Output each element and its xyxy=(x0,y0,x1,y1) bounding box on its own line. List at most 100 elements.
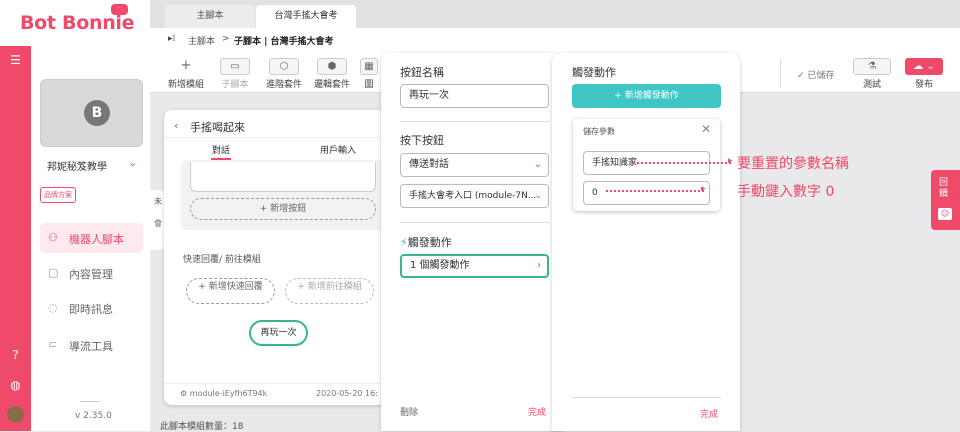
bg-text: 未 xyxy=(154,197,162,206)
trigger-label-text: 觸發動作 xyxy=(407,236,452,249)
sub-script-button[interactable]: ▭ 子腳本 xyxy=(215,58,255,90)
sidebar-item-label: 機器人腳本 xyxy=(69,233,124,246)
quick-reply-chip[interactable]: 再玩一次 xyxy=(249,320,308,346)
chevron-down-icon[interactable]: ⌄ xyxy=(128,156,137,169)
target-select-value: 手搖大會考入口 (module-7N... xyxy=(409,191,537,201)
sidebar xyxy=(31,0,150,431)
add-button-button[interactable]: + 新增按鈕 xyxy=(190,198,376,220)
publish-button[interactable]: ☁ ⌄ 發布 xyxy=(904,58,944,90)
add-trigger-button[interactable]: + 新增觸發動作 xyxy=(572,84,721,108)
sidebar-item-label: 內容管理 xyxy=(69,268,113,281)
breadcrumb-current: 子腳本 | 台灣手搖大會考 xyxy=(234,37,334,47)
magnet-icon: ⊂ xyxy=(48,338,58,351)
image-icon: ▦ xyxy=(360,58,378,75)
arrow-right-icon: ▸ xyxy=(701,184,706,194)
flask-icon: ⚗ xyxy=(853,58,891,75)
save-param-title: 儲存參數 xyxy=(583,127,615,136)
divider xyxy=(400,121,549,122)
trigger-action-panel xyxy=(552,53,740,431)
tab-dialog[interactable]: 對話 xyxy=(212,143,230,156)
chat-icon: ◌ xyxy=(48,301,58,314)
module-id-text: module-iEyfh6T94k xyxy=(189,389,268,398)
divider xyxy=(572,397,721,398)
brand-logo[interactable]: Bot Bonnie xyxy=(20,12,135,34)
press-button-label: 按下按鈕 xyxy=(400,134,444,147)
back-icon[interactable]: ‹ xyxy=(174,119,178,132)
arrow-right-icon: ▸ xyxy=(728,156,733,166)
bot-avatar-letter: B xyxy=(84,100,110,126)
sidebar-item-content[interactable]: ▢ 內容管理 xyxy=(40,258,143,288)
action-select[interactable]: 傳送對話 ⌄ xyxy=(400,153,549,177)
hamburger-icon[interactable]: ☰ xyxy=(8,53,23,68)
test-button[interactable]: ⚗ 測試 xyxy=(852,58,892,90)
tab-main-script[interactable]: 主腳本 xyxy=(165,5,255,28)
collapse-icon[interactable]: ▸⁞ xyxy=(168,34,175,44)
chevron-down-icon: ⌄ xyxy=(534,191,542,201)
trigger-count-button[interactable]: 1 個觸發動作 › xyxy=(400,254,549,278)
message-bubble[interactable] xyxy=(190,162,376,192)
add-module-button[interactable]: + 新增模組 xyxy=(166,58,206,90)
module-count: 此腳本模組數量：18 xyxy=(160,422,244,432)
tab-sub-script[interactable]: 台灣手搖大會考 xyxy=(256,5,356,28)
module-date: 2020-05-20 16: xyxy=(316,389,378,398)
bot-name[interactable]: 邦妮秘笈教學 xyxy=(47,158,107,173)
module-id: ⚙ module-iEyfh6T94k xyxy=(180,389,267,398)
add-goto-module-button[interactable]: + 新增前往模組 xyxy=(285,278,374,304)
bg-text: 會 xyxy=(154,219,162,228)
saved-status: ✓ 已儲存 xyxy=(797,68,834,81)
add-quick-reply-button[interactable]: + 新增快速回覆 xyxy=(186,278,275,304)
user-avatar[interactable] xyxy=(7,406,24,423)
version-label: v 2.35.0 xyxy=(75,411,112,421)
subscript-icon: ▭ xyxy=(220,58,250,75)
divider xyxy=(164,383,394,384)
delete-button[interactable]: 刪除 xyxy=(400,405,418,418)
close-icon[interactable]: ✕ xyxy=(701,122,711,136)
logic-kit-button[interactable]: ⬢ 邏輯套件 xyxy=(312,58,352,90)
globe-icon[interactable]: ◍ xyxy=(8,378,23,393)
saved-label: 已儲存 xyxy=(807,71,835,81)
trigger-label: ⚡觸發動作 xyxy=(400,234,452,250)
annotation-line-1 xyxy=(633,162,731,164)
breadcrumb-separator: > xyxy=(222,34,230,44)
feedback-label: 回饋 xyxy=(939,178,949,199)
done-button[interactable]: 完成 xyxy=(528,405,546,418)
trigger-panel-title: 觸發動作 xyxy=(572,66,616,79)
chevron-down-icon: ⌄ xyxy=(533,159,542,170)
image-button[interactable]: ▦ 圖 xyxy=(358,58,380,90)
plus-icon: + xyxy=(180,58,192,73)
module-title: 手搖喝起來 xyxy=(190,121,245,134)
left-rail: ☰ ? ◍ xyxy=(0,0,31,431)
target-module-select[interactable]: 手搖大會考入口 (module-7N... ⌄ xyxy=(400,184,549,208)
param-value-input[interactable]: 0 xyxy=(583,181,710,205)
button-name-input[interactable]: 再玩一次 xyxy=(400,84,549,108)
action-select-value: 傳送對話 xyxy=(409,159,449,170)
check-icon: ✓ xyxy=(797,71,808,81)
divider xyxy=(400,222,549,223)
sidebar-item-chat[interactable]: ◌ 即時訊息 xyxy=(40,293,143,323)
toolbar-label: 新增模組 xyxy=(167,80,204,90)
content-icon: ▢ xyxy=(48,266,59,279)
help-icon[interactable]: ? xyxy=(8,348,23,363)
divider xyxy=(80,401,100,402)
annotation-line-2 xyxy=(606,190,704,192)
sidebar-item-traffic[interactable]: ⊂ 導流工具 xyxy=(40,330,143,360)
module-icon: ⚙ xyxy=(180,389,190,398)
toolbar-label: 圖 xyxy=(364,80,374,90)
trigger-done-button[interactable]: 完成 xyxy=(700,407,718,420)
annotation-param-name: 要重置的參數名稱 xyxy=(737,156,849,172)
toolbar-label: 進階套件 xyxy=(265,80,302,90)
breadcrumb-root[interactable]: 主腳本 xyxy=(188,34,215,47)
chevron-right-icon: › xyxy=(537,260,541,271)
advanced-kit-button[interactable]: ⬡ 進階套件 xyxy=(264,58,304,90)
toolbar-label: 發布 xyxy=(914,80,933,90)
sidebar-item-label: 即時訊息 xyxy=(69,303,113,316)
toolbar-label: 邏輯套件 xyxy=(313,80,350,90)
divider xyxy=(780,58,781,88)
tab-user-input[interactable]: 用戶輸入 xyxy=(320,143,356,156)
button-name-label: 按鈕名稱 xyxy=(400,66,444,79)
cloud-upload-icon: ☁ ⌄ xyxy=(905,58,943,75)
toolbar-label: 子腳本 xyxy=(221,80,249,90)
logic-icon: ⬢ xyxy=(317,58,347,75)
annotation-manual-zero: 手動鍵入數字 0 xyxy=(737,184,835,200)
sidebar-item-bot-script[interactable]: ⚇ 機器人腳本 xyxy=(40,223,143,253)
